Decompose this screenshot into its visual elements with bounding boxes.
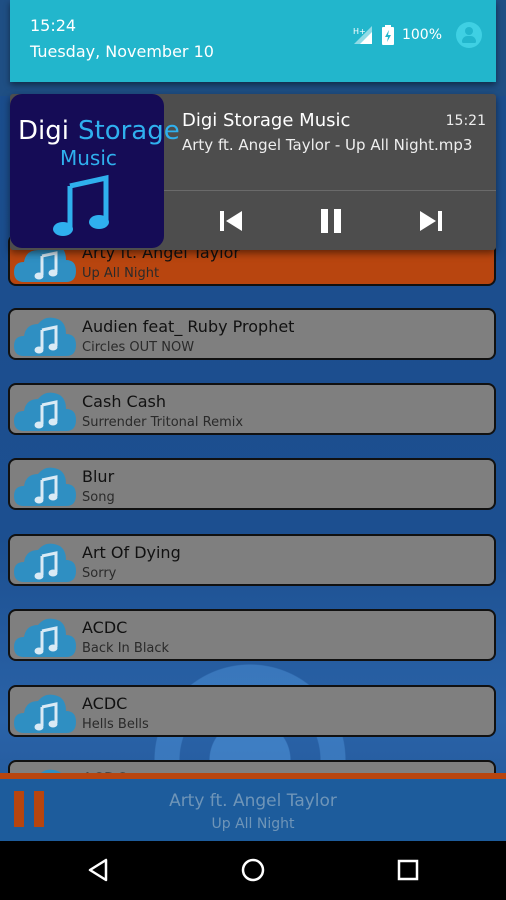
song-artist: ACDC xyxy=(82,618,128,637)
cloud-music-icon xyxy=(14,317,76,356)
now-playing-bar[interactable]: Arty ft. Angel Taylor Up All Night xyxy=(0,773,506,841)
back-icon[interactable] xyxy=(86,857,112,883)
battery-charging-icon xyxy=(381,25,394,45)
notification-app-name: Digi Storage Music xyxy=(182,110,351,131)
music-note-icon xyxy=(53,174,109,236)
notification-divider xyxy=(164,190,496,191)
song-artist: Cash Cash xyxy=(82,392,166,411)
cloud-music-icon xyxy=(14,543,76,582)
song-artist: Blur xyxy=(82,467,115,486)
now-playing-artist: Arty ft. Angel Taylor xyxy=(169,791,337,811)
song-item-surrender[interactable]: Cash Cash Surrender Tritonal Remix xyxy=(8,383,496,435)
song-title: Song xyxy=(82,490,115,505)
status-time: 15:24 xyxy=(30,16,77,35)
song-item-hells-bells[interactable]: ACDC Hells Bells xyxy=(8,685,496,737)
album-art: Digi Storage Music xyxy=(10,94,180,248)
song-artist: Audien feat_ Ruby Prophet xyxy=(82,317,295,336)
song-title: Surrender Tritonal Remix xyxy=(82,415,244,430)
recents-icon[interactable] xyxy=(395,857,421,883)
song-item-back-in-black[interactable]: ACDC Back In Black xyxy=(8,609,496,661)
cloud-music-icon xyxy=(14,392,76,431)
song-artist: ACDC xyxy=(82,694,128,713)
navigation-bar xyxy=(0,841,506,900)
pause-icon[interactable] xyxy=(316,204,346,238)
battery-percent: 100% xyxy=(401,27,442,43)
notification-track: Arty ft. Angel Taylor - Up All Night.mp3 xyxy=(182,136,473,154)
signal-icon: H+ xyxy=(353,26,372,44)
art-text-storage: Storage xyxy=(78,116,180,146)
art-text-digi: Digi xyxy=(18,116,69,146)
song-title: Up All Night xyxy=(82,266,160,281)
cloud-music-icon xyxy=(14,618,76,657)
svg-text:H+: H+ xyxy=(353,27,366,36)
song-item-song[interactable]: Blur Song xyxy=(8,458,496,510)
song-title: Sorry xyxy=(82,566,117,581)
skip-next-icon[interactable] xyxy=(416,204,446,238)
art-text-music: Music xyxy=(60,146,117,170)
song-item-circles[interactable]: Audien feat_ Ruby Prophet Circles OUT NO… xyxy=(8,308,496,360)
song-title: Hells Bells xyxy=(82,717,149,732)
quick-status-panel[interactable]: 15:24 Tuesday, November 10 H+ 100% xyxy=(10,0,496,82)
notification-time: 15:21 xyxy=(445,113,486,129)
home-icon[interactable] xyxy=(240,857,266,883)
cloud-music-icon xyxy=(14,694,76,733)
song-title: Circles OUT NOW xyxy=(82,340,195,355)
song-item-sorry[interactable]: Art Of Dying Sorry xyxy=(8,534,496,586)
cloud-music-icon xyxy=(14,467,76,506)
song-title: Back In Black xyxy=(82,641,170,656)
skip-previous-icon[interactable] xyxy=(216,204,246,238)
status-date: Tuesday, November 10 xyxy=(30,42,214,61)
now-playing-title: Up All Night xyxy=(211,816,295,832)
song-artist: Art Of Dying xyxy=(82,543,181,562)
user-avatar-icon[interactable] xyxy=(456,22,482,48)
media-notification[interactable]: Digi Storage Music Digi Storage Music 15… xyxy=(10,94,496,250)
